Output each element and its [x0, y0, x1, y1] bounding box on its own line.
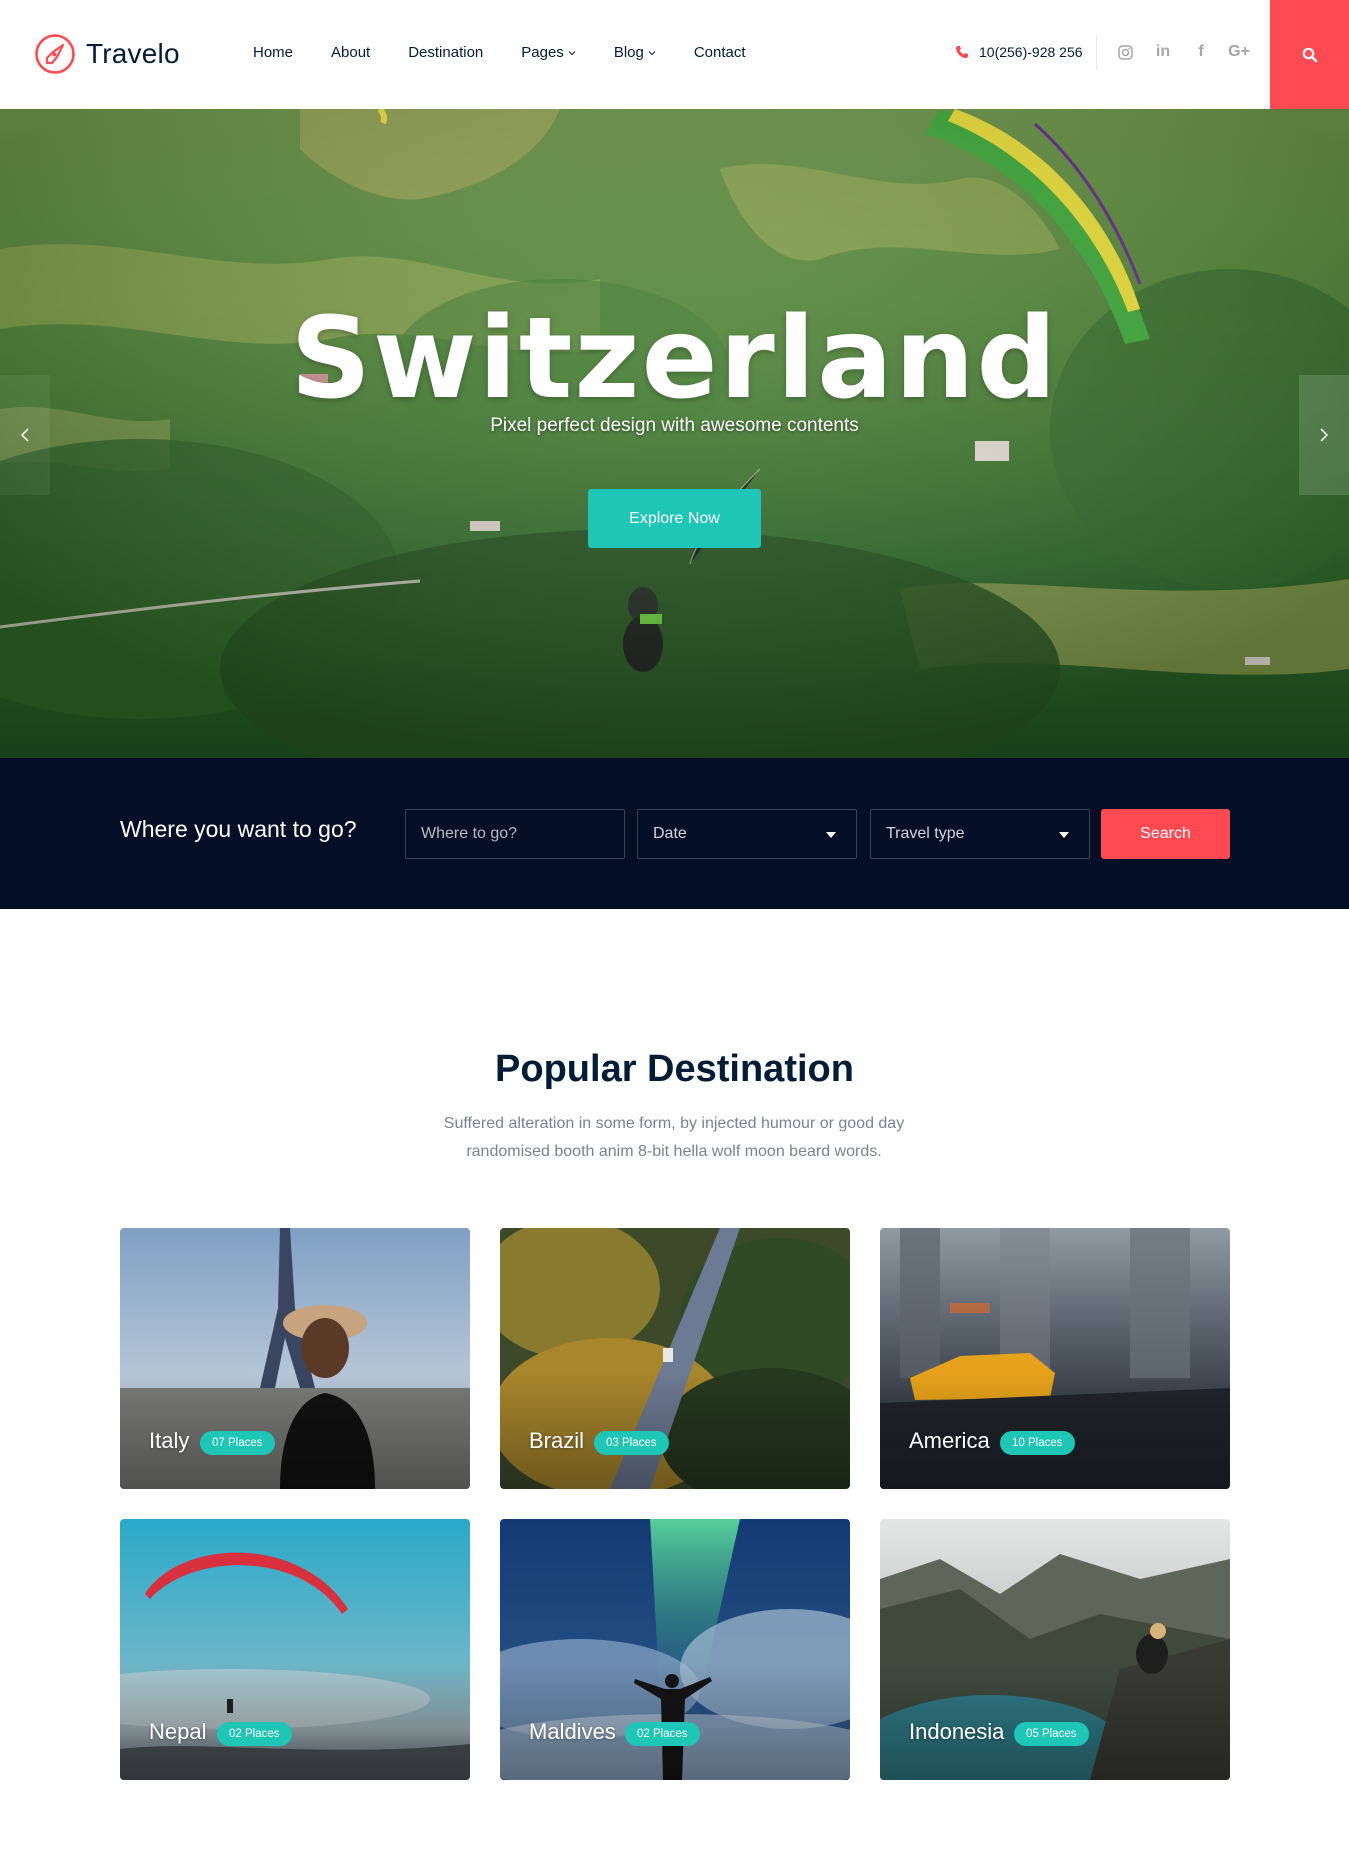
nav-about[interactable]: About	[331, 44, 370, 61]
description-line-2: randomised booth anim 8-bit hella wolf m…	[466, 1143, 882, 1160]
hero-title: Switzerland	[290, 294, 1059, 424]
places-badge: 05 Places	[1014, 1722, 1089, 1746]
linkedin-icon[interactable]: in	[1152, 42, 1174, 62]
header-search-button[interactable]	[1270, 0, 1349, 109]
travel-type-select[interactable]: Travel type	[870, 809, 1090, 859]
nav-contact[interactable]: Contact	[694, 44, 746, 61]
nav-pages-label: Pages	[521, 44, 564, 61]
places-badge: 07 Places	[200, 1431, 275, 1455]
places-badge: 03 Places	[594, 1431, 669, 1455]
explore-now-button[interactable]: Explore Now	[588, 489, 761, 548]
destination-name: Brazil	[529, 1428, 585, 1453]
places-badge: 10 Places	[1000, 1431, 1075, 1455]
phone-contact[interactable]: 10(256)-928 256	[955, 44, 1083, 60]
chevron-down-icon	[648, 50, 656, 55]
destination-name: Indonesia	[909, 1719, 1005, 1744]
section-title: Popular Destination	[495, 1048, 854, 1090]
dropdown-arrow-icon	[1059, 832, 1069, 838]
social-links: in f G+	[1106, 42, 1258, 62]
nav-about-label: About	[331, 44, 371, 61]
destination-card-italy[interactable]: Italy 07 Places	[120, 1228, 470, 1489]
brand-name: Travelo	[86, 38, 180, 69]
destination-card-indonesia[interactable]: Indonesia 05 Places	[880, 1519, 1230, 1780]
search-button[interactable]: Search	[1101, 809, 1230, 859]
dropdown-arrow-icon	[826, 832, 836, 838]
instagram-icon[interactable]	[1114, 42, 1136, 62]
phone-number: 10(256)-928 256	[979, 44, 1083, 60]
nav-home-label: Home	[253, 44, 294, 61]
destination-card-brazil[interactable]: Brazil 03 Places	[500, 1228, 850, 1489]
destination-card-nepal[interactable]: Nepal 02 Places	[120, 1519, 470, 1780]
phone-icon	[956, 46, 968, 58]
logo[interactable]: Travelo	[34, 32, 180, 76]
places-badge: 02 Places	[625, 1722, 700, 1746]
destination-name: Nepal	[149, 1719, 207, 1744]
search-bar: Where you want to go? Date Travel type S…	[0, 758, 1349, 909]
main-nav: Home About Destination Pages Blog Contac…	[253, 44, 784, 61]
compass-icon	[35, 34, 75, 74]
destination-name: America	[909, 1428, 990, 1453]
date-select-value: Date	[653, 825, 687, 842]
date-select[interactable]: Date	[637, 809, 857, 859]
hero-subtitle: Pixel perfect design with awesome conten…	[490, 415, 859, 436]
nav-pages[interactable]: Pages	[521, 44, 576, 61]
places-badge: 02 Places	[217, 1722, 292, 1746]
travel-type-value: Travel type	[886, 825, 965, 842]
google-plus-icon[interactable]: G+	[1228, 42, 1250, 62]
description-line-1: Suffered alteration in some form, by inj…	[443, 1115, 905, 1132]
section-description: Suffered alteration in some form, by inj…	[424, 1110, 924, 1166]
nav-destination[interactable]: Destination	[408, 44, 483, 61]
search-heading: Where you want to go?	[120, 816, 357, 842]
chevron-down-icon	[568, 50, 576, 55]
site-header: Travelo Home About Destination Pages Blo…	[0, 0, 1349, 109]
nav-contact-label: Contact	[693, 44, 746, 61]
nav-blog-label: Blog	[613, 44, 644, 61]
nav-blog[interactable]: Blog	[614, 44, 656, 61]
nav-destination-label: Destination	[408, 44, 484, 61]
destination-card-america[interactable]: America 10 Places	[880, 1228, 1230, 1489]
nav-home[interactable]: Home	[253, 44, 293, 61]
destination-name: Maldives	[529, 1719, 616, 1744]
facebook-icon[interactable]: f	[1190, 42, 1212, 62]
hero-slider: Switzerland Pixel perfect design with aw…	[0, 109, 1349, 758]
destination-name: Italy	[149, 1428, 190, 1453]
header-divider	[1096, 36, 1097, 70]
where-to-go-input[interactable]	[405, 809, 625, 859]
destination-card-maldives[interactable]: Maldives 02 Places	[500, 1519, 850, 1780]
search-icon	[1302, 47, 1317, 62]
